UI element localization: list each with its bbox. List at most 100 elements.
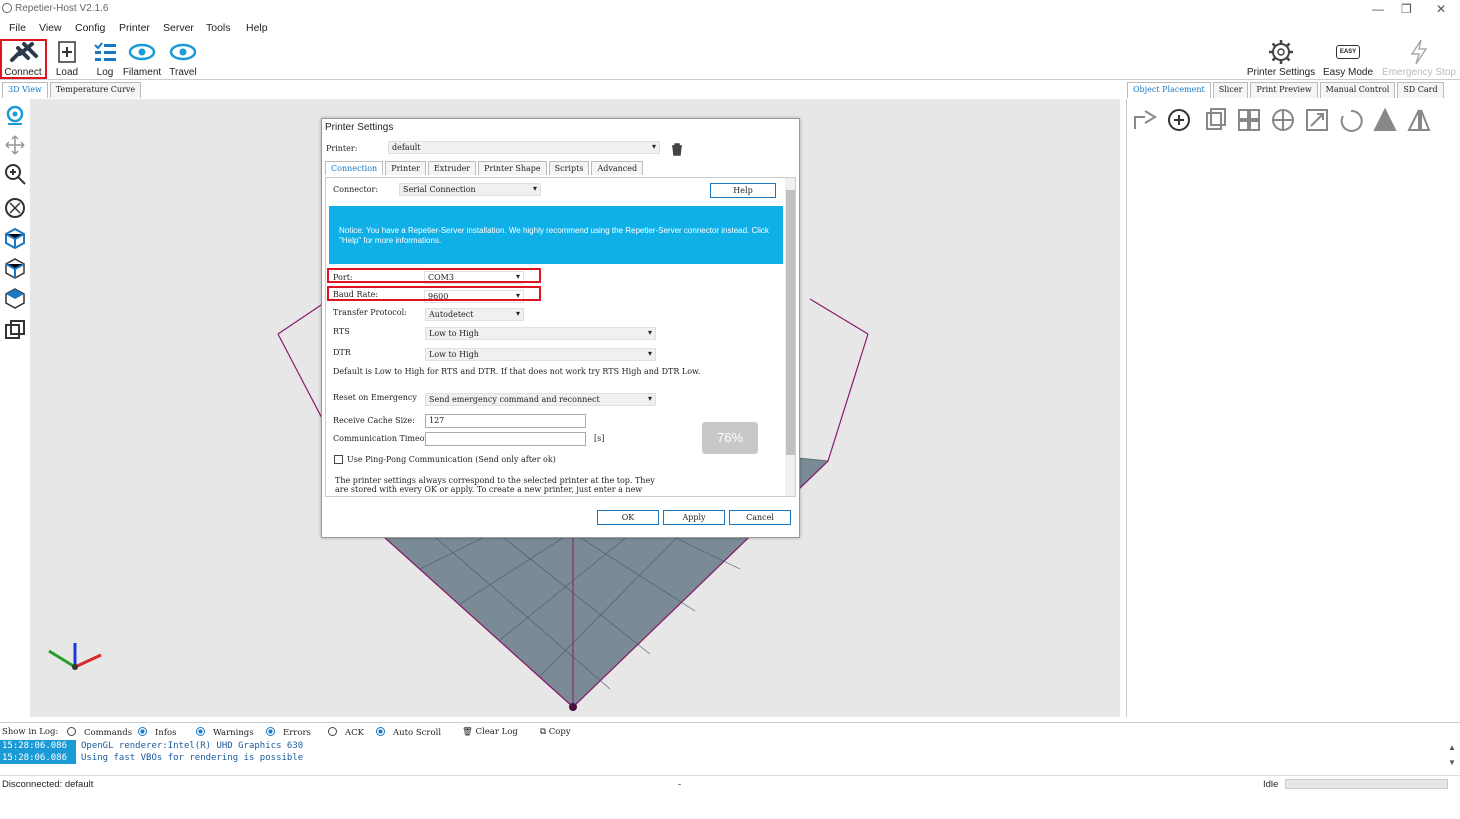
copy-button[interactable]: ⧉ Copy [540, 727, 571, 737]
filter-commands[interactable]: Commands [67, 727, 132, 738]
restore-icon[interactable]: ❐ [1401, 2, 1412, 16]
dtr-select[interactable]: Low to High [425, 348, 656, 361]
tab-object-placement[interactable]: Object Placement [1127, 82, 1211, 98]
log-scrollbar[interactable]: ▲ ▼ [1448, 740, 1458, 774]
tab-extruder[interactable]: Extruder [427, 161, 477, 175]
radio-icon [138, 727, 147, 736]
connector-select[interactable]: Serial Connection [399, 183, 541, 196]
tab-slicer[interactable]: Slicer [1212, 82, 1249, 98]
window-title: Repetier-Host V2.1.6 [15, 3, 109, 14]
dialog-title: Printer Settings [325, 122, 394, 133]
travel-button[interactable]: Travel [166, 39, 200, 78]
log-row: 15:28:06.086 Using fast VBOs for renderi… [0, 752, 304, 764]
load-button[interactable]: Load [52, 39, 82, 78]
tab-scripts[interactable]: Scripts [548, 161, 590, 175]
rts-label: RTS [333, 327, 350, 336]
ok-button[interactable]: OK [597, 510, 659, 525]
printer-label: Printer: [326, 144, 358, 153]
tab-sd-card[interactable]: SD Card [1397, 82, 1444, 98]
eye-icon [128, 43, 156, 61]
radio-icon [196, 727, 205, 736]
filter-errors[interactable]: Errors [266, 727, 311, 738]
radio-icon [266, 727, 275, 736]
iso-view-icon[interactable] [4, 227, 26, 249]
minimize-icon[interactable]: — [1372, 2, 1384, 16]
connection-panel: Connector: Serial Connection Help Notice… [325, 177, 796, 497]
printer-state: Idle [1263, 779, 1279, 790]
placement-toolbar [1134, 107, 1431, 132]
fit-view-icon[interactable] [4, 197, 26, 219]
connection-status: Disconnected: default [2, 779, 94, 790]
rotate-view-icon[interactable] [4, 105, 26, 127]
transfer-protocol-select[interactable]: Autodetect [425, 308, 524, 321]
filter-infos[interactable]: Infos [138, 727, 176, 738]
filament-button[interactable]: Filament [122, 39, 162, 78]
status-separator: - [678, 779, 682, 790]
radio-icon [328, 727, 337, 736]
export-icon [1134, 110, 1157, 129]
receive-cache-label: Receive Cache Size: [333, 416, 415, 425]
menu-file[interactable]: File [9, 22, 26, 34]
parallel-view-icon[interactable] [4, 319, 26, 341]
filter-ack[interactable]: ACK [328, 727, 364, 738]
menu-help[interactable]: Help [246, 22, 268, 34]
axis-gizmo-icon [48, 643, 102, 670]
rts-select[interactable]: Low to High [425, 327, 656, 340]
trash-icon[interactable] [671, 143, 683, 156]
dialog-scrollbar[interactable] [785, 178, 795, 496]
zoom-badge: 76% [702, 422, 758, 454]
printer-settings-button[interactable]: Printer Settings [1246, 39, 1316, 78]
close-icon[interactable]: ✕ [1436, 2, 1446, 16]
tab-print-preview[interactable]: Print Preview [1250, 82, 1318, 98]
menu-view[interactable]: View [39, 22, 62, 34]
filter-warnings[interactable]: Warnings [196, 727, 254, 738]
tab-printer-shape[interactable]: Printer Shape [478, 161, 547, 175]
log-button[interactable]: Log [92, 39, 118, 78]
zoom-view-icon[interactable] [4, 163, 26, 185]
log-list-icon [94, 42, 116, 61]
tab-advanced[interactable]: Advanced [591, 161, 644, 175]
filter-auto-scroll[interactable]: Auto Scroll [376, 727, 441, 738]
menu-config[interactable]: Config [75, 22, 105, 34]
log-row: 15:28:06.086 OpenGL renderer:Intel(R) UH… [0, 740, 304, 752]
tab-manual-control[interactable]: Manual Control [1319, 82, 1396, 98]
timeout-label: Communication Timeout: [333, 434, 436, 443]
reset-emergency-select[interactable]: Send emergency command and reconnect [425, 393, 656, 406]
front-view-icon[interactable] [4, 257, 26, 279]
copy-icon: ⧉ [540, 727, 547, 737]
trash-icon: 🗑 [462, 727, 473, 737]
menu-printer[interactable]: Printer [119, 22, 150, 34]
move-view-icon[interactable] [4, 134, 26, 156]
tab-printer[interactable]: Printer [385, 161, 426, 175]
easy-badge-icon: EASY [1335, 45, 1361, 59]
printer-settings-dialog: Printer Settings Printer: default Connec… [321, 118, 800, 538]
load-file-icon [58, 41, 76, 63]
connect-highlight [0, 39, 47, 79]
port-highlight [327, 268, 541, 283]
tab-connection[interactable]: Connection [325, 161, 384, 175]
tab-temperature-curve[interactable]: Temperature Curve [49, 82, 142, 98]
pingpong-checkbox[interactable] [334, 455, 343, 464]
timeout-input[interactable] [425, 432, 586, 446]
settings-tabs: Connection Printer Extruder Printer Shap… [325, 161, 645, 175]
title-bar: Repetier-Host V2.1.6 — ❐ ✕ [0, 0, 1460, 19]
menu-server[interactable]: Server [163, 22, 194, 34]
printer-select[interactable]: default [388, 141, 660, 154]
receive-cache-input[interactable]: 127 [425, 414, 586, 428]
tab-3d-view[interactable]: 3D View [2, 82, 48, 98]
emergency-stop-button[interactable]: Emergency Stop [1380, 39, 1458, 78]
cancel-button[interactable]: Cancel [729, 510, 791, 525]
menu-tools[interactable]: Tools [206, 22, 231, 34]
view-toolbar [0, 99, 30, 717]
apply-button[interactable]: Apply [663, 510, 725, 525]
top-view-icon[interactable] [4, 287, 26, 309]
easy-mode-button[interactable]: EASY Easy Mode [1321, 39, 1375, 78]
menu-bar: File View Config Printer Server Tools He… [0, 19, 1460, 37]
help-button[interactable]: Help [710, 183, 776, 198]
log-area[interactable]: 15:28:06.086 OpenGL renderer:Intel(R) UH… [0, 740, 1460, 774]
status-bar: Disconnected: default - Idle [0, 775, 1460, 791]
panel-tabs: Object Placement Slicer Print Preview Ma… [1127, 82, 1446, 98]
footer-note-line2: are stored with every OK or apply. To cr… [335, 485, 643, 494]
clear-log-button[interactable]: 🗑 Clear Log [462, 727, 518, 737]
app-icon [2, 3, 12, 13]
